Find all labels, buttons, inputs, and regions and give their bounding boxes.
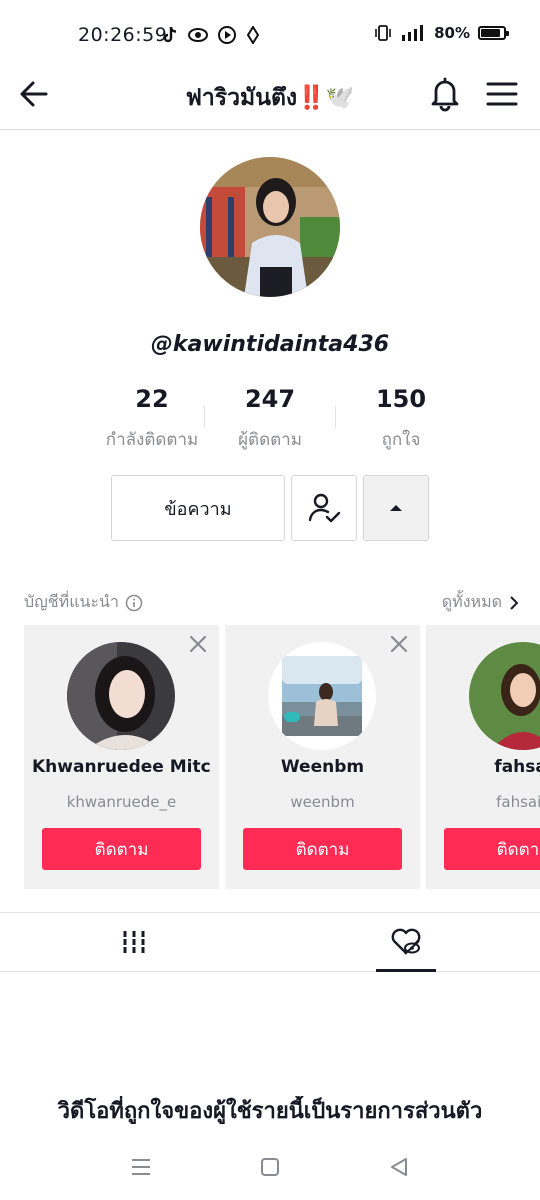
profile-actions: ข้อความ: [0, 475, 540, 541]
stat-label: กำลังติดตาม: [105, 430, 199, 450]
card-handle: khwanruede_e: [66, 793, 177, 811]
user-check-icon: [308, 493, 341, 523]
stat-label: ถูกใจ: [381, 430, 421, 450]
suggested-account-card[interactable]: Khwanruedee Mitc... khwanruede_e ติดตาม: [24, 625, 219, 889]
chevron-right-icon: [510, 595, 518, 610]
following-status-button[interactable]: [291, 475, 357, 541]
tab-videos[interactable]: [104, 913, 164, 971]
menu-button[interactable]: [484, 76, 520, 112]
card-display-name: Weenbm: [280, 757, 365, 777]
bell-icon: [431, 77, 459, 112]
stat-label: ผู้ติดตาม: [238, 430, 302, 450]
tiktok-icon: [163, 26, 177, 43]
avatar-photo: [67, 642, 175, 750]
close-icon[interactable]: [388, 633, 410, 655]
avatar-photo: [469, 642, 540, 750]
follow-button[interactable]: ติดตาม: [243, 828, 402, 870]
avatar[interactable]: [469, 642, 540, 750]
suggested-account-card[interactable]: Weenbm weenbm ติดตาม: [225, 625, 420, 889]
close-icon[interactable]: [187, 633, 209, 655]
message-button[interactable]: ข้อความ: [111, 475, 285, 541]
liked-hidden-icon: [391, 928, 421, 955]
stat-value: 150: [375, 385, 427, 413]
system-nav-bar: [0, 1140, 540, 1200]
profile-stats: 22 กำลังติดตาม 247 ผู้ติดตาม 150 ถูกใจ: [0, 384, 540, 454]
suggested-accounts-label: บัญชีที่แนะนำ: [24, 592, 119, 611]
card-handle: fahsai4: [496, 793, 540, 811]
battery-icon: [478, 26, 509, 40]
follow-button[interactable]: ติดตาม: [444, 828, 540, 870]
signal-icon: [402, 25, 424, 41]
home-icon[interactable]: [257, 1154, 283, 1180]
private-liked-message: วิดีโอที่ถูกใจของผู้ใช้รายนี้เป็นรายการส…: [57, 1099, 483, 1124]
card-display-name: fahsai: [494, 757, 540, 777]
battery-percent: 80%: [434, 24, 470, 42]
stat-followers[interactable]: 247 ผู้ติดตาม: [213, 384, 327, 453]
tab-liked[interactable]: [376, 913, 436, 972]
profile-avatar[interactable]: [200, 157, 340, 297]
stat-likes[interactable]: 150 ถูกใจ: [344, 384, 458, 453]
profile-username: @kawintidainta436: [150, 332, 390, 357]
hamburger-icon: [486, 82, 518, 106]
notification-button[interactable]: [426, 74, 464, 112]
see-all-link[interactable]: ดูทั้งหมด: [442, 590, 518, 615]
status-app-icons: [162, 26, 260, 44]
avatar[interactable]: [268, 642, 376, 750]
diamond-icon: [246, 26, 260, 44]
avatar[interactable]: [67, 642, 175, 750]
stat-divider: [204, 406, 205, 428]
follow-button[interactable]: ติดตาม: [42, 828, 201, 870]
suggested-accounts-carousel[interactable]: Khwanruedee Mitc... khwanruede_e ติดตาม …: [24, 625, 540, 889]
stat-value: 247: [244, 385, 296, 413]
info-icon[interactable]: [125, 594, 143, 612]
status-indicators: 80%: [374, 24, 509, 42]
videos-grid-icon: [122, 931, 146, 953]
suggested-accounts-header: บัญชีที่แนะนำ ดูทั้งหมด: [24, 590, 540, 616]
back-nav-icon[interactable]: [386, 1154, 412, 1180]
suggested-account-card[interactable]: fahsai fahsai4 ติดตาม: [426, 625, 540, 889]
top-nav: ฟาริวมันตึง‼️🕊️: [0, 62, 540, 130]
card-handle: weenbm: [290, 793, 355, 811]
eye-icon: [188, 28, 208, 42]
avatar-photo: [268, 642, 376, 750]
caret-up-icon: [390, 505, 402, 511]
suggestions-toggle-button[interactable]: [363, 475, 429, 541]
status-time: 20:26:59: [78, 24, 168, 46]
status-bar: 20:26:59 80%: [0, 0, 540, 70]
content-tabs: [0, 912, 540, 972]
vibrate-icon: [375, 25, 391, 41]
stat-divider: [335, 406, 336, 428]
avatar-photo: [200, 157, 340, 297]
card-display-name: Khwanruedee Mitc...: [32, 757, 211, 777]
recent-apps-icon[interactable]: [128, 1154, 154, 1180]
see-all-label: ดูทั้งหมด: [441, 592, 502, 611]
active-tab-indicator: [376, 969, 436, 972]
play-icon: [218, 26, 236, 44]
